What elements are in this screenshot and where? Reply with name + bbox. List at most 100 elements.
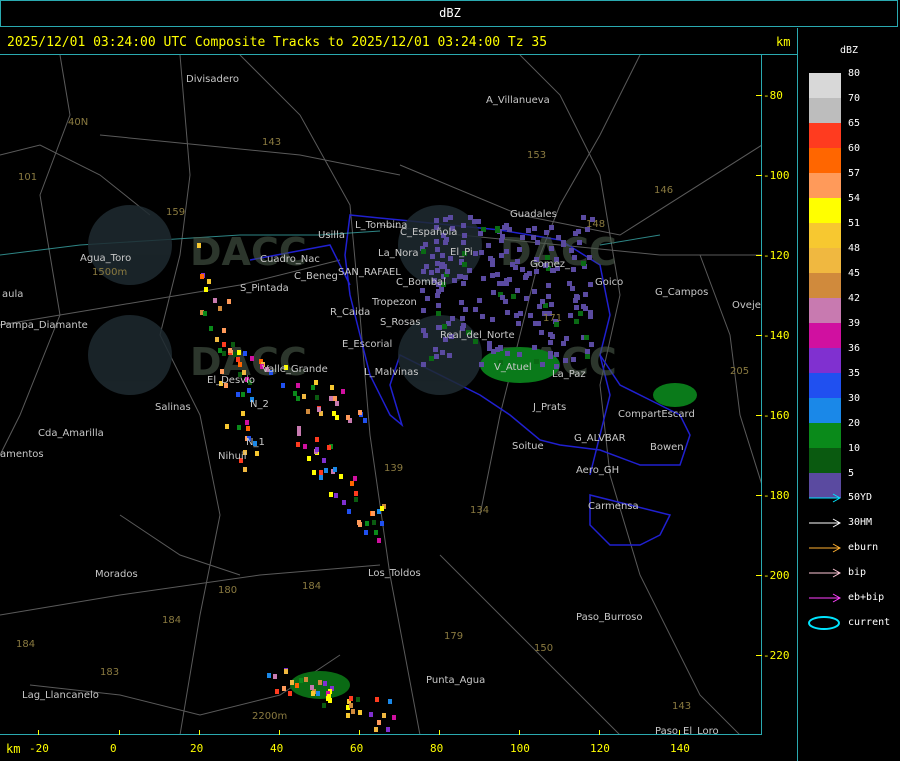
place-label: 1500m <box>92 267 127 278</box>
place-label: S_Rosas <box>380 317 421 328</box>
place-label: Los_Toldos <box>368 568 421 579</box>
echo-pixel <box>491 290 496 295</box>
echo-pixel <box>209 326 213 331</box>
echo-pixel <box>358 710 362 715</box>
echo-pixel <box>218 348 222 353</box>
echo-pixel <box>460 316 465 321</box>
echo-pixel <box>380 521 384 526</box>
echo-pixel <box>353 476 357 481</box>
echo-pixel <box>222 328 226 333</box>
echo-pixel <box>430 254 435 259</box>
echo-pixel <box>311 691 315 696</box>
place-label: 153 <box>527 150 546 161</box>
place-label: El_Pi <box>450 247 473 258</box>
echo-pixel <box>315 395 319 400</box>
echo-pixel <box>421 249 426 254</box>
echo-pixel <box>583 292 588 297</box>
y-tick-label: -160 <box>763 409 790 422</box>
place-label: 143 <box>672 701 691 712</box>
place-label: 134 <box>470 505 489 516</box>
echo-pixel <box>546 294 551 299</box>
echo-pixel <box>436 289 441 294</box>
echo-pixel <box>374 727 378 732</box>
radar-map[interactable]: DACC DACC DACC DACC Divisadero A_Villanu… <box>0 55 762 735</box>
echo-pixel <box>581 261 586 266</box>
echo-pixel <box>568 313 573 318</box>
echo-pixel <box>227 299 231 304</box>
x-tick <box>38 730 39 735</box>
echo-pixel <box>297 426 301 431</box>
echo-pixel <box>567 281 572 286</box>
place-label: 148 <box>586 219 605 230</box>
legend-label: 10 <box>848 443 861 454</box>
echo-pixel <box>478 231 483 236</box>
place-label: Soitue <box>512 441 544 452</box>
echo-pixel <box>445 269 450 274</box>
place-label: E_Escorial <box>342 339 392 350</box>
echo-pixel <box>520 267 525 272</box>
echo-pixel <box>222 351 226 356</box>
echo-pixel <box>421 308 426 313</box>
legend-label: 20 <box>848 418 861 429</box>
legend-label: 5 <box>848 468 855 479</box>
echo-pixel <box>236 357 240 362</box>
echo-pixel <box>296 442 300 447</box>
track-arrow-icon <box>809 493 842 503</box>
echo-pixel <box>490 262 495 267</box>
y-tick-label: -100 <box>763 169 790 182</box>
echo-pixel <box>473 251 478 256</box>
echo-pixel <box>333 467 337 472</box>
echo-pixel <box>448 215 453 220</box>
place-label: L_Malvinas <box>364 367 418 378</box>
y-tick-label: -140 <box>763 329 790 342</box>
echo-pixel <box>434 354 439 359</box>
echo-pixel <box>255 451 259 456</box>
place-label: 205 <box>730 366 749 377</box>
place-label: Paso_El_Loro <box>655 726 719 735</box>
echo-pixel <box>447 353 452 358</box>
echo-pixel <box>335 415 339 420</box>
echo-pixel <box>246 426 250 431</box>
echo-pixel <box>434 218 439 223</box>
y-tick-label: -120 <box>763 249 790 262</box>
legend-swatch <box>809 273 841 298</box>
echo-pixel <box>507 227 512 232</box>
legend-label: 45 <box>848 268 861 279</box>
echo-pixel <box>354 491 358 496</box>
place-label: Pampa_Diamante <box>0 320 88 331</box>
echo-pixel <box>499 253 504 258</box>
legend-swatch <box>809 423 841 448</box>
map-canvas: DACC DACC DACC DACC Divisadero A_Villanu… <box>0 55 761 735</box>
echo-pixel <box>500 295 505 300</box>
echo-pixel <box>386 727 390 732</box>
echo-pixel <box>477 298 482 303</box>
echo-pixel <box>377 538 381 543</box>
echo-pixel <box>505 310 510 315</box>
place-label: Cuadro_Nac <box>260 254 320 265</box>
echo-pixel <box>297 431 301 436</box>
echo-pixel <box>316 691 320 696</box>
echo-pixel <box>532 226 537 231</box>
legend-divider <box>797 28 798 761</box>
echo-pixel <box>315 437 319 442</box>
echo-pixel <box>452 278 457 283</box>
x-tick-label: -20 <box>29 742 49 755</box>
x-tick-label: 100 <box>510 742 530 755</box>
echo-pixel <box>549 302 554 307</box>
place-label: Salinas <box>155 402 191 413</box>
echo-pixel <box>197 243 201 248</box>
x-tick <box>359 730 360 735</box>
echo-pixel <box>535 240 540 245</box>
echo-pixel <box>377 720 381 725</box>
place-label: 143 <box>262 137 281 148</box>
echo-pixel <box>585 354 590 359</box>
echo-pixel <box>314 380 318 385</box>
echo-pixel <box>459 300 464 305</box>
track-legend-label: current <box>848 617 891 628</box>
echo-pixel <box>222 342 226 347</box>
x-tick-label: 80 <box>430 742 444 755</box>
place-label: 184 <box>16 639 35 650</box>
echo-pixel <box>563 358 568 363</box>
place-label: Tropezon <box>371 297 417 308</box>
echo-pixel <box>310 685 314 690</box>
